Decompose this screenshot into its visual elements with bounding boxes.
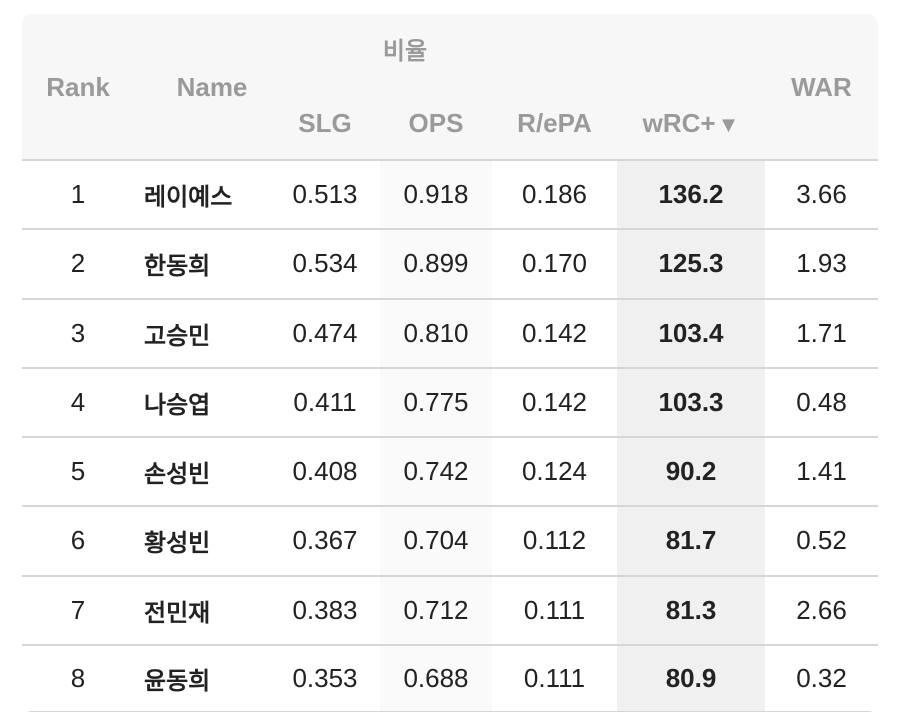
cell-slg: 0.411 bbox=[293, 386, 357, 417]
table-row[interactable]: 4 나승엽 0.411 0.775 0.142 103.3 0.48 bbox=[22, 366, 878, 436]
cell-wrc: 103.4 bbox=[658, 317, 724, 348]
cell-war: 0.32 bbox=[796, 662, 847, 693]
cell-wrc: 80.9 bbox=[665, 662, 717, 693]
table-header: Rank Name 비율 SLG OPS R/ePA wRC+▼ WAR bbox=[22, 14, 878, 159]
column-header-name[interactable]: Name bbox=[134, 72, 290, 102]
cell-ops: 0.688 bbox=[403, 662, 469, 693]
cell-slg: 0.353 bbox=[292, 662, 358, 693]
cell-wrc: 90.2 bbox=[665, 456, 717, 487]
cell-war: 0.52 bbox=[796, 525, 847, 556]
cell-ops: 0.810 bbox=[403, 317, 469, 348]
cell-rank: 8 bbox=[70, 662, 86, 693]
cell-name[interactable]: 손성빈 bbox=[144, 438, 284, 505]
cell-name[interactable]: 한동희 bbox=[144, 230, 284, 297]
cell-war: 1.41 bbox=[796, 456, 847, 487]
cell-name[interactable]: 전민재 bbox=[144, 577, 284, 644]
column-header-wrc-label: wRC+ bbox=[642, 108, 716, 138]
column-header-slg[interactable]: SLG bbox=[270, 108, 380, 138]
cell-rank: 2 bbox=[70, 248, 86, 279]
column-group-ratio: 비율 bbox=[382, 37, 428, 65]
cell-rank: 3 bbox=[70, 317, 86, 348]
cell-slg: 0.534 bbox=[292, 248, 358, 279]
cell-wrc: 81.3 bbox=[665, 594, 717, 625]
cell-war: 3.66 bbox=[796, 179, 847, 210]
table-row[interactable]: 7 전민재 0.383 0.712 0.111 81.3 2.66 bbox=[22, 574, 878, 644]
table-row[interactable]: 8 윤동희 0.353 0.688 0.111 80.9 0.32 bbox=[22, 643, 878, 712]
cell-name[interactable]: 황성빈 bbox=[144, 507, 284, 574]
cell-rank: 5 bbox=[70, 456, 86, 487]
cell-repa: 0.186 bbox=[521, 179, 588, 210]
cell-wrc: 81.7 bbox=[665, 525, 717, 556]
cell-slg: 0.474 bbox=[292, 317, 358, 348]
cell-ops: 0.742 bbox=[403, 456, 469, 487]
table-row[interactable]: 3 고승민 0.474 0.810 0.142 103.4 1.71 bbox=[22, 297, 878, 367]
cell-war: 1.71 bbox=[796, 317, 847, 348]
table-row[interactable]: 1 레이예스 0.513 0.918 0.186 136.2 3.66 bbox=[22, 159, 878, 229]
cell-ops: 0.712 bbox=[403, 594, 469, 625]
cell-rank: 6 bbox=[70, 525, 86, 556]
column-header-ops[interactable]: OPS bbox=[380, 108, 492, 138]
cell-slg: 0.383 bbox=[292, 594, 358, 625]
cell-repa: 0.124 bbox=[521, 456, 588, 487]
cell-repa: 0.112 bbox=[522, 525, 587, 556]
cell-slg: 0.367 bbox=[292, 525, 358, 556]
cell-rank: 7 bbox=[70, 594, 86, 625]
cell-war: 1.93 bbox=[796, 248, 847, 279]
stats-table: Rank Name 비율 SLG OPS R/ePA wRC+▼ WAR 1 레이… bbox=[22, 14, 878, 712]
table-row[interactable]: 6 황성빈 0.367 0.704 0.112 81.7 0.52 bbox=[22, 505, 878, 575]
cell-name[interactable]: 고승민 bbox=[144, 300, 284, 367]
cell-repa: 0.111 bbox=[523, 594, 586, 625]
column-header-wrc[interactable]: wRC+▼ bbox=[617, 108, 765, 140]
cell-name[interactable]: 레이예스 bbox=[144, 161, 284, 228]
column-header-rank[interactable]: Rank bbox=[22, 72, 134, 102]
cell-name[interactable]: 나승엽 bbox=[144, 369, 284, 436]
table-row[interactable]: 5 손성빈 0.408 0.742 0.124 90.2 1.41 bbox=[22, 436, 878, 506]
cell-repa: 0.170 bbox=[521, 248, 588, 279]
cell-rank: 1 bbox=[70, 179, 86, 210]
cell-repa: 0.142 bbox=[521, 317, 588, 348]
cell-slg: 0.408 bbox=[292, 456, 358, 487]
cell-ops: 0.899 bbox=[403, 248, 469, 279]
cell-wrc: 125.3 bbox=[658, 248, 724, 279]
column-header-repa[interactable]: R/ePA bbox=[492, 108, 617, 138]
cell-slg: 0.513 bbox=[292, 179, 358, 210]
table-row[interactable]: 2 한동희 0.534 0.899 0.170 125.3 1.93 bbox=[22, 228, 878, 298]
cell-rank: 4 bbox=[70, 386, 86, 417]
cell-name[interactable]: 윤동희 bbox=[144, 646, 284, 711]
cell-ops: 0.704 bbox=[403, 525, 469, 556]
cell-ops: 0.918 bbox=[403, 179, 469, 210]
column-header-war[interactable]: WAR bbox=[765, 72, 878, 102]
cell-wrc: 136.2 bbox=[658, 179, 724, 210]
cell-repa: 0.142 bbox=[521, 386, 588, 417]
cell-repa: 0.111 bbox=[523, 662, 586, 693]
sort-descending-icon: ▼ bbox=[717, 112, 740, 137]
cell-war: 2.66 bbox=[796, 594, 847, 625]
cell-ops: 0.775 bbox=[403, 386, 469, 417]
cell-wrc: 103.3 bbox=[658, 386, 724, 417]
cell-war: 0.48 bbox=[796, 386, 847, 417]
